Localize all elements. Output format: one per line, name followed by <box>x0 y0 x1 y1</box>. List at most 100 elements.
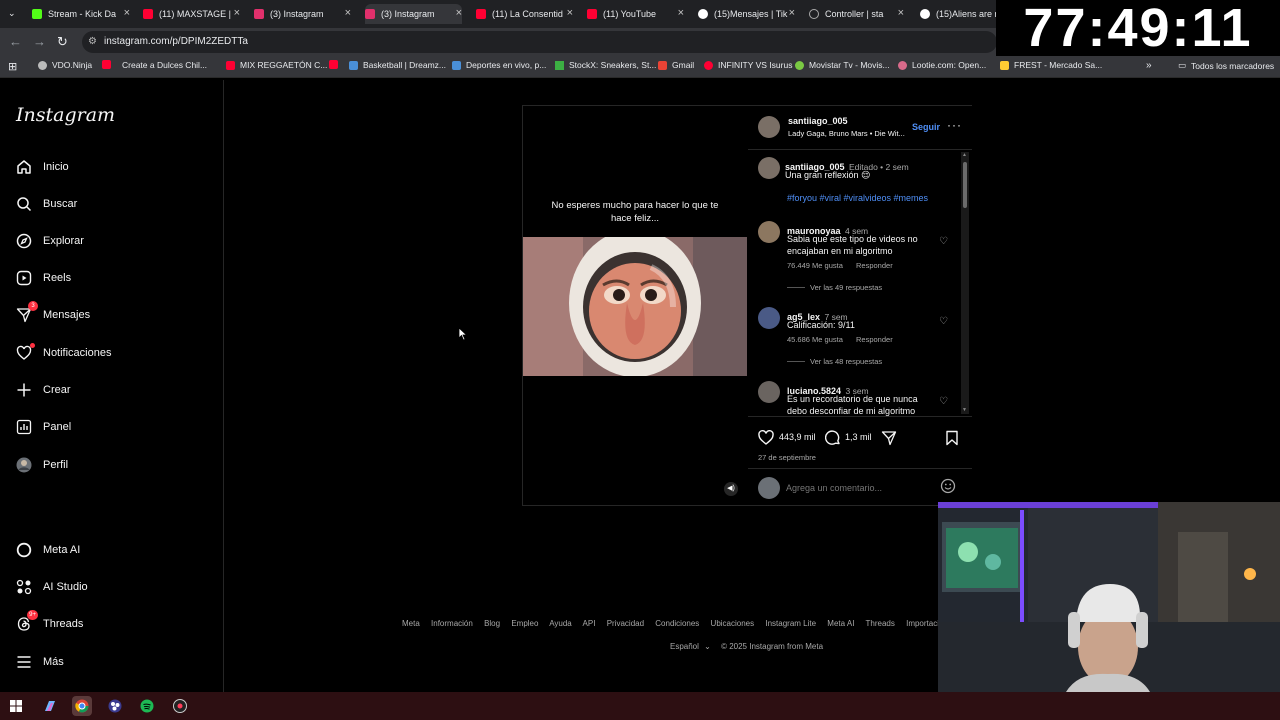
footer-link[interactable]: Ayuda <box>549 619 572 628</box>
footer-link[interactable]: Empleo <box>511 619 538 628</box>
forward-arrow-icon[interactable]: → <box>33 34 46 49</box>
browser-tab-active[interactable]: (3) Instagram × <box>365 4 462 24</box>
browser-tab[interactable]: (11) La Consentid × <box>476 4 573 24</box>
comment-likes[interactable]: 76.449 Me gusta <box>787 261 843 270</box>
footer-link[interactable]: Blog <box>484 619 500 628</box>
scroll-down-arrow-icon[interactable]: ▼ <box>962 407 967 413</box>
site-info-icon[interactable]: ⚙ <box>88 31 97 53</box>
audio-track[interactable]: Lady Gaga, Bruno Mars • Die Wit... <box>788 129 910 138</box>
footer-link[interactable]: Meta AI <box>827 619 854 628</box>
add-comment-input[interactable] <box>786 480 936 496</box>
bookmark-item[interactable]: FREST - Mercado Sa... <box>1000 60 1102 70</box>
caption-hashtags[interactable]: #foryou #viral #viralvideos #memes <box>787 193 928 203</box>
footer-link[interactable]: Información <box>431 619 473 628</box>
scrollbar-thumb[interactable] <box>963 162 967 208</box>
bookmark-item[interactable]: VDO.Ninja <box>38 60 92 70</box>
obs-icon[interactable] <box>105 696 125 716</box>
browser-tab[interactable]: Stream - Kick Da × <box>32 4 130 24</box>
bookmark-item[interactable] <box>329 60 343 69</box>
back-arrow-icon[interactable]: ← <box>9 34 22 49</box>
share-send-icon[interactable] <box>881 430 897 451</box>
browser-tab[interactable]: (11) MAXSTAGE | × <box>143 4 240 24</box>
comment-like-heart-icon[interactable]: ♡ <box>939 316 948 327</box>
more-options-icon[interactable]: ··· <box>947 118 962 132</box>
save-bookmark-icon[interactable] <box>945 430 959 451</box>
close-tab-icon[interactable]: × <box>898 7 904 19</box>
close-tab-icon[interactable]: × <box>789 7 795 19</box>
commenter-avatar[interactable] <box>758 221 780 243</box>
bookmark-item[interactable]: Create a Dulces Chil... <box>122 60 207 70</box>
reload-icon[interactable]: ↻ <box>57 34 68 50</box>
sidebar-item-buscar[interactable]: Buscar <box>16 192 77 216</box>
footer-link[interactable]: Meta <box>402 619 420 628</box>
footer-link[interactable]: Ubicaciones <box>711 619 755 628</box>
like-count[interactable]: 443,9 mil <box>779 432 816 442</box>
sidebar-item-threads[interactable]: 9+ Threads <box>16 610 83 636</box>
author-avatar[interactable] <box>758 157 780 179</box>
comment-like-heart-icon[interactable]: ♡ <box>939 236 948 247</box>
sidebar-item-mensajes[interactable]: 3 Mensajes <box>16 301 90 327</box>
view-replies-link[interactable]: Ver las 48 respuestas <box>810 357 882 366</box>
author-avatar[interactable] <box>758 116 780 138</box>
browser-tab[interactable]: (15)Aliens are rea <box>920 4 996 24</box>
bookmark-item[interactable]: Movistar Tv - Movis... <box>795 60 890 70</box>
bookmark-item[interactable]: StockX: Sneakers, St... <box>555 60 656 70</box>
footer-link[interactable]: Instagram Lite <box>765 619 816 628</box>
windows-start-icon[interactable] <box>6 696 26 716</box>
emoji-picker-icon[interactable] <box>940 478 956 499</box>
url-field[interactable]: ⚙ instagram.com/p/DPIM2ZEDTTa <box>82 31 997 53</box>
comment-likes[interactable]: 45.686 Me gusta <box>787 335 843 344</box>
view-replies-link[interactable]: Ver las 49 respuestas <box>810 283 882 292</box>
like-heart-icon[interactable] <box>758 430 774 450</box>
browser-tab[interactable]: (3) Instagram × <box>254 4 351 24</box>
reply-button[interactable]: Responder <box>856 261 893 270</box>
bookmark-item[interactable]: Basketball | Dreamz... <box>349 60 446 70</box>
bookmark-item[interactable]: MIX REGGAETÓN C... <box>226 60 327 70</box>
close-tab-icon[interactable]: × <box>124 7 130 19</box>
sidebar-item-mas[interactable]: Más <box>16 650 64 674</box>
bookmark-item[interactable] <box>102 60 116 69</box>
sidebar-item-panel[interactable]: Panel <box>16 415 71 439</box>
author-username[interactable]: santiiago_005 <box>788 116 848 126</box>
follow-button[interactable]: Seguir <box>912 122 940 132</box>
footer-link[interactable]: API <box>583 619 596 628</box>
reel-video[interactable]: No esperes mucho para hacer lo que te ha… <box>523 106 747 505</box>
sidebar-item-ai-studio[interactable]: AI Studio <box>16 575 88 599</box>
sidebar-item-notificaciones[interactable]: Notificaciones <box>16 341 111 365</box>
bookmark-item[interactable]: Deportes en vivo, p... <box>452 60 546 70</box>
spotify-icon[interactable] <box>137 696 157 716</box>
mute-toggle-icon[interactable]: ◀) <box>724 482 738 496</box>
footer-link[interactable]: Privacidad <box>607 619 644 628</box>
comment-count[interactable]: 1,3 mil <box>845 432 872 442</box>
comment-bubble-icon[interactable] <box>824 430 841 451</box>
sidebar-item-explorar[interactable]: Explorar <box>16 229 84 253</box>
all-bookmarks-folder[interactable]: ▭ Todos los marcadores <box>1178 60 1274 71</box>
close-tab-icon[interactable]: × <box>234 7 240 19</box>
copilot-icon[interactable] <box>40 696 60 716</box>
close-tab-icon[interactable]: × <box>567 7 573 19</box>
bookmark-item[interactable]: Gmail <box>658 60 694 70</box>
reply-button[interactable]: Responder <box>856 335 893 344</box>
tab-search-chevron-icon[interactable]: ⌄ <box>8 8 16 19</box>
language-select[interactable]: Español <box>670 642 699 651</box>
sidebar-item-meta-ai[interactable]: Meta AI <box>16 538 80 562</box>
close-tab-icon[interactable]: × <box>456 7 462 19</box>
browser-tab[interactable]: Controller | sta × <box>809 4 904 24</box>
close-tab-icon[interactable]: × <box>345 7 351 19</box>
commenter-avatar[interactable] <box>758 307 780 329</box>
chevron-down-icon[interactable]: ⌄ <box>704 642 711 651</box>
sidebar-item-inicio[interactable]: Inicio <box>16 155 69 179</box>
bookmark-item[interactable]: INFINITY VS Isurus <box>704 60 792 70</box>
instagram-logo[interactable]: Instagram <box>16 104 115 126</box>
streamlabs-icon[interactable] <box>170 696 190 716</box>
comments-scrollbar[interactable]: ▲ ▼ <box>961 152 969 414</box>
apps-grid-icon[interactable]: ⊞ <box>8 60 17 73</box>
footer-link[interactable]: Condiciones <box>655 619 699 628</box>
chrome-icon[interactable] <box>72 696 92 716</box>
browser-tab[interactable]: (11) YouTube × <box>587 4 684 24</box>
sidebar-item-crear[interactable]: Crear <box>16 378 71 402</box>
commenter-avatar[interactable] <box>758 381 780 403</box>
bookmark-item[interactable]: Lootie.com: Open... <box>898 60 986 70</box>
footer-link[interactable]: Threads <box>866 619 895 628</box>
comment-like-heart-icon[interactable]: ♡ <box>939 396 948 407</box>
